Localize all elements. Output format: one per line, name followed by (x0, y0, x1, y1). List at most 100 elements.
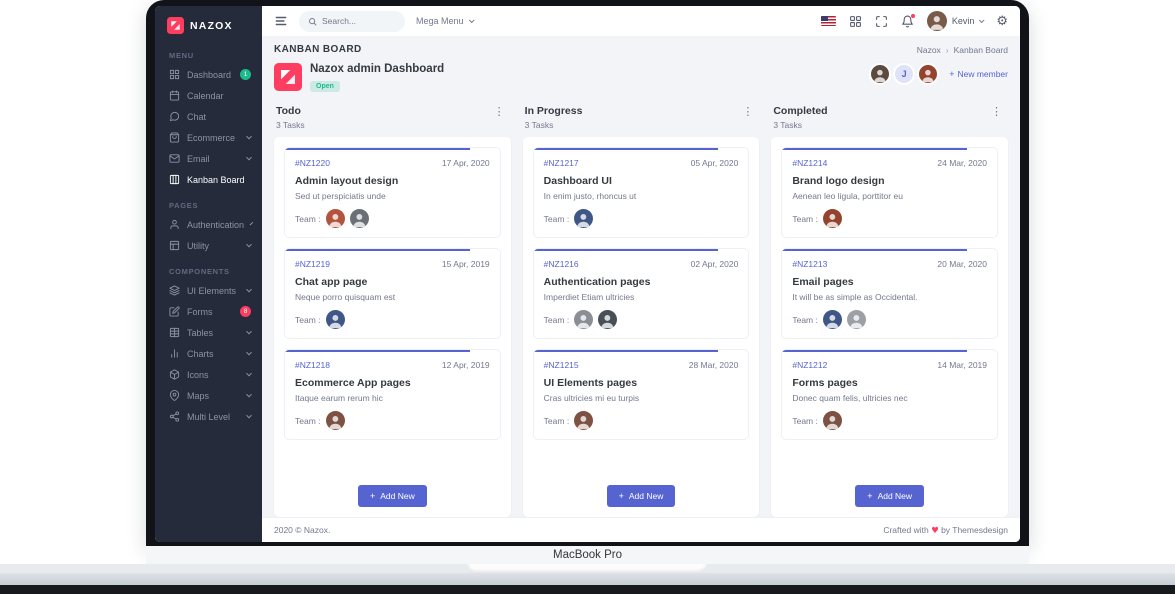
ui-elements-icon (169, 285, 180, 296)
project-row: Nazox admin Dashboard Open J + New membe… (274, 63, 1008, 93)
us-flag-icon (820, 16, 836, 26)
heart-icon: ♥ (931, 525, 939, 536)
notifications-button[interactable] (901, 13, 915, 28)
language-flag-button[interactable] (820, 16, 836, 26)
ecommerce-icon (169, 132, 180, 143)
plus-icon: + (949, 68, 955, 79)
mega-menu-button[interactable]: Mega Menu (416, 16, 475, 26)
task-id-link[interactable]: #NZ1220 (295, 158, 330, 168)
sidebar-item-dashboard[interactable]: Dashboard 1 (155, 64, 262, 85)
add-new-button[interactable]: + Add New (855, 485, 925, 507)
chevron-down-icon (246, 133, 252, 139)
avatar (917, 63, 940, 85)
page-content: KANBAN BOARD Nazox › Kanban Board Nazox … (262, 36, 1020, 517)
task-id-link[interactable]: #NZ1215 (544, 360, 579, 370)
avatar (325, 209, 345, 228)
sidebar-item-utility[interactable]: Utility (155, 235, 262, 256)
task-id-link[interactable]: #NZ1212 (792, 360, 827, 370)
task-card[interactable]: #NZ1215 28 Mar, 2020 UI Elements pages Cras… (532, 349, 750, 440)
task-id-link[interactable]: #NZ1214 (792, 158, 827, 168)
topbar: Mega Menu (262, 6, 1020, 36)
macbook-screen-bezel: NAZOX MENU Dashboard 1 Calendar Chat Ecommerc… (146, 0, 1029, 546)
task-description: In enim justo, rhoncus ut (543, 191, 637, 201)
task-team: Team : (295, 209, 490, 228)
column-menu-button[interactable]: ⋮ (987, 105, 1006, 120)
apps-grid-button[interactable] (849, 15, 862, 28)
chevron-down-icon (246, 286, 252, 292)
plus-icon: + (369, 490, 376, 501)
task-card[interactable]: #NZ1218 12 Apr, 2019 Ecommerce App pages It… (284, 349, 501, 440)
chevron-down-icon (979, 17, 985, 24)
brand[interactable]: NAZOX (155, 6, 262, 40)
sidebar-nav: MENU Dashboard 1 Calendar Chat Ecommerce Email… (155, 40, 262, 427)
task-id-link[interactable]: #NZ1219 (295, 259, 330, 269)
user-name: Kevin (951, 16, 975, 26)
task-id-link[interactable]: #NZ1216 (544, 259, 579, 269)
user-menu-button[interactable]: Kevin (926, 11, 985, 31)
task-date: 05 Apr, 2020 (690, 158, 739, 168)
task-title: Ecommerce App pages (295, 377, 411, 389)
sidebar-item-tables[interactable]: Tables (155, 322, 262, 343)
topbar-actions: Kevin ⚙ (820, 11, 1008, 31)
sidebar-item-ui-elements[interactable]: UI Elements (155, 280, 262, 301)
task-id-link[interactable]: #NZ1217 (544, 158, 579, 168)
column-header: In Progress 3 Tasks ⋮ (523, 103, 760, 130)
main-area: Mega Menu (262, 6, 1020, 542)
mega-menu-label: Mega Menu (416, 16, 464, 26)
task-date: 17 Apr, 2020 (441, 158, 490, 168)
sidebar-item-charts[interactable]: Charts (155, 343, 262, 364)
footer-credit: Crafted with ♥ by Themesdesign (883, 524, 1008, 536)
status-badge: Open (310, 81, 340, 92)
task-card[interactable]: #NZ1217 05 Apr, 2020 Dashboard UI In enim j… (532, 147, 750, 238)
add-new-button[interactable]: + Add New (606, 485, 676, 507)
fullscreen-button[interactable] (875, 15, 888, 28)
task-id-link[interactable]: #NZ1218 (295, 360, 330, 370)
task-card[interactable]: #NZ1219 15 Apr, 2019 Chat app page Neque po… (284, 248, 501, 339)
sidebar-item-chat[interactable]: Chat (155, 106, 262, 127)
search-input[interactable] (322, 16, 396, 26)
column-menu-button[interactable]: ⋮ (738, 105, 757, 120)
settings-button[interactable]: ⚙ (996, 15, 1008, 28)
task-card[interactable]: #NZ1214 24 Mar, 2020 Brand logo design Aene… (781, 147, 999, 238)
macbook-base-label: MacBook Pro (146, 546, 1029, 564)
macbook-mockup: NAZOX MENU Dashboard 1 Calendar Chat Ecommerc… (0, 0, 1175, 594)
breadcrumb-parent[interactable]: Nazox (917, 45, 941, 55)
page-header: KANBAN BOARD Nazox › Kanban Board (274, 44, 1008, 55)
task-card[interactable]: #NZ1216 02 Apr, 2020 Authentication pages I… (532, 248, 750, 339)
sidebar-item-multi-level[interactable]: Multi Level (155, 406, 262, 427)
task-card[interactable]: #NZ1213 20 Mar, 2020 Email pages It will be… (781, 248, 999, 339)
task-title: Dashboard UI (543, 175, 612, 187)
sidebar-item-email[interactable]: Email (155, 148, 262, 169)
macbook-base (0, 564, 1175, 573)
search-box[interactable] (299, 10, 405, 32)
sidebar-item-calendar[interactable]: Calendar (155, 85, 262, 106)
add-new-button[interactable]: + Add New (357, 485, 427, 507)
sidebar-item-maps[interactable]: Maps (155, 385, 262, 406)
task-title: Admin layout design (295, 175, 399, 187)
task-team: Team : (544, 411, 739, 430)
task-card[interactable]: #NZ1212 14 Mar, 2019 Forms pages Donec quam… (781, 349, 999, 440)
avatar (325, 310, 345, 329)
sidebar-item-forms[interactable]: Forms 8 (155, 301, 262, 322)
chevron-right-icon: › (945, 44, 949, 55)
chevron-down-icon (246, 154, 252, 160)
team-label: Team : (295, 213, 321, 224)
sidebar-item-icons[interactable]: Icons (155, 364, 262, 385)
task-id-link[interactable]: #NZ1213 (792, 259, 827, 269)
authentication-icon (169, 219, 180, 230)
column-menu-button[interactable]: ⋮ (490, 105, 509, 120)
task-team: Team : (544, 209, 739, 228)
project-info: Nazox admin Dashboard Open (274, 63, 444, 93)
sidebar-item-authentication[interactable]: Authentication (155, 214, 262, 235)
new-member-link[interactable]: + New member (949, 69, 1008, 79)
macbook-notch (467, 564, 707, 573)
calendar-icon (169, 90, 180, 101)
app-screen: NAZOX MENU Dashboard 1 Calendar Chat Ecommerc… (155, 6, 1020, 542)
notification-dot (910, 13, 915, 18)
menu-toggle-button[interactable] (274, 14, 288, 28)
task-card[interactable]: #NZ1220 17 Apr, 2020 Admin layout design Se… (284, 147, 501, 238)
brand-name: NAZOX (190, 19, 233, 32)
breadcrumb-current: Kanban Board (953, 44, 1008, 55)
sidebar-item-kanban-board[interactable]: Kanban Board (155, 169, 262, 190)
sidebar-item-ecommerce[interactable]: Ecommerce (155, 127, 262, 148)
